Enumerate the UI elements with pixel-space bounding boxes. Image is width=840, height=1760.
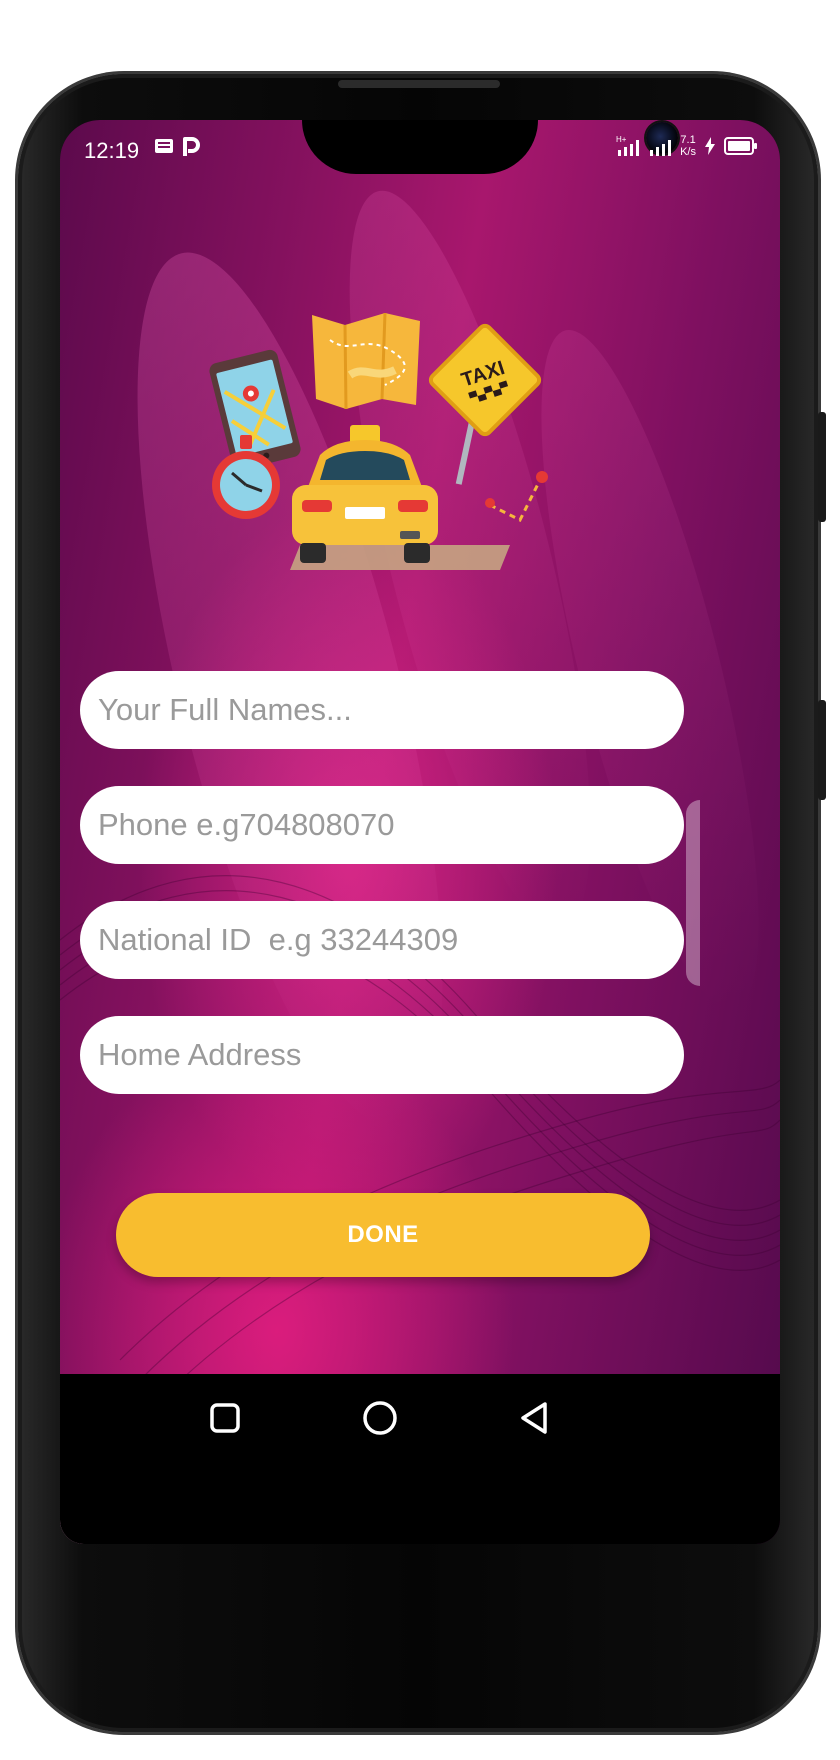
done-button[interactable]: DONE — [116, 1193, 650, 1277]
charging-icon — [705, 137, 715, 155]
home-button[interactable] — [360, 1398, 400, 1438]
edge-panel-handle[interactable] — [686, 800, 700, 986]
route-icon — [485, 471, 548, 523]
signal-icon — [650, 140, 672, 156]
message-icon — [155, 139, 173, 153]
screen: 12:19 H+ 7.1 K/s TAXI Your Full Names...… — [60, 120, 780, 1544]
signal-icon: H+ — [616, 135, 640, 156]
earpiece-speaker — [338, 80, 500, 88]
folded-map-icon — [312, 312, 420, 410]
full-names-input[interactable] — [80, 671, 684, 749]
phone-input[interactable] — [80, 786, 684, 864]
navigation-bar — [60, 1374, 780, 1544]
back-button[interactable] — [515, 1398, 555, 1438]
volume-button — [818, 412, 826, 522]
camera-notch — [302, 120, 678, 174]
taxi-sign-icon: TAXI — [428, 323, 542, 485]
battery-icon — [724, 137, 757, 155]
taxi-illustration: TAXI — [209, 312, 548, 570]
p-icon — [183, 137, 200, 156]
recents-button[interactable] — [205, 1398, 245, 1438]
taxi-car-icon — [290, 425, 510, 570]
status-right-icons: H+ 7.1 K/s — [616, 134, 758, 158]
power-button — [818, 700, 826, 800]
status-left-icons — [154, 136, 200, 158]
status-time: 12:19 — [84, 138, 140, 163]
network-speed: 7.1 K/s — [680, 134, 696, 158]
home-address-input[interactable] — [80, 1016, 684, 1094]
national-id-input[interactable] — [80, 901, 684, 979]
svg-text:H+: H+ — [616, 135, 627, 144]
